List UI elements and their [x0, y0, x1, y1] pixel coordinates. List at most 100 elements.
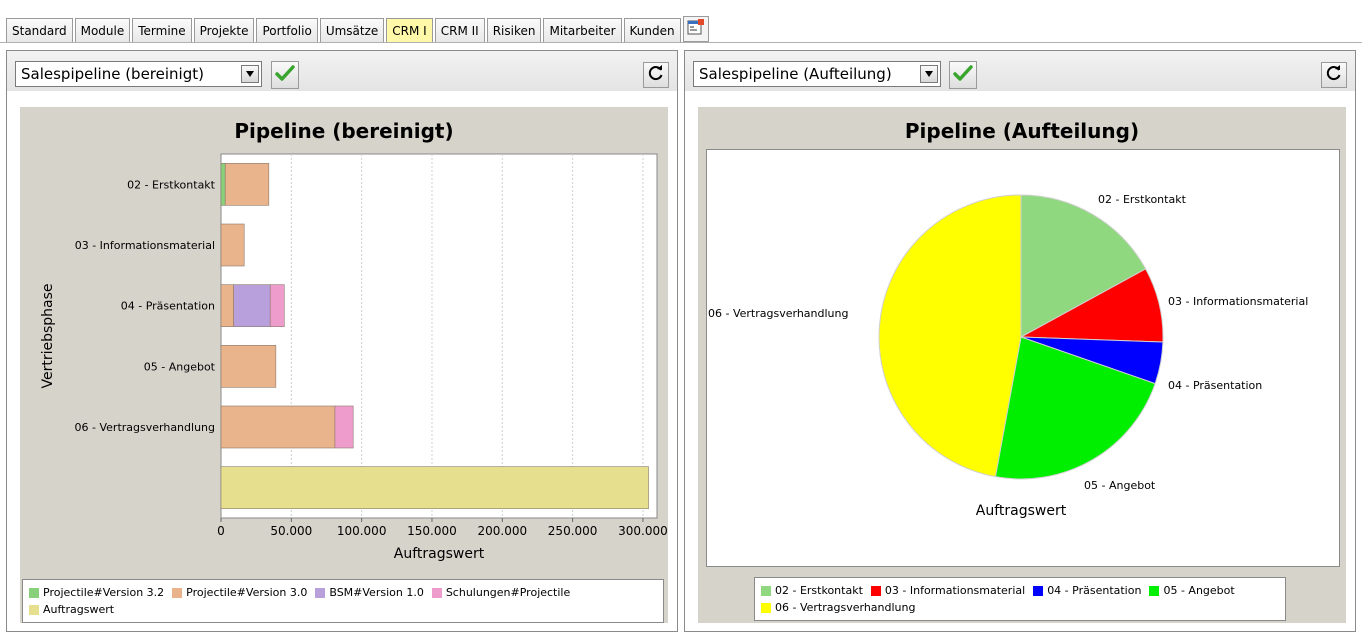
tab-bar: Standard Module Termine Projekte Portfolio Um…: [0, 0, 1362, 46]
tab-strip: Standard Module Termine Projekte Portfolio Um…: [6, 14, 709, 42]
legend-label: Auftragswert: [43, 603, 115, 616]
bar-segment: [233, 284, 271, 327]
left-chart-panel: Salespipeline (bereinigt) Pipeline (bere…: [6, 50, 678, 632]
configure-tabs-button[interactable]: [682, 16, 709, 42]
refresh-icon: [1325, 64, 1343, 86]
pie-axis-label: Auftragswert: [976, 503, 1067, 519]
legend-swatch: [172, 587, 183, 598]
left-panel-toolbar: Salespipeline (bereinigt): [7, 51, 677, 91]
bar-chart-area: Pipeline (bereinigt) 0 50.000 100.000 150.0…: [20, 107, 668, 623]
tab-risiken[interactable]: Risiken: [486, 18, 542, 42]
tab-umsätze[interactable]: Umsätze: [319, 18, 385, 42]
pie-slice-label: 06 - Vertragsverhandlung: [708, 307, 848, 320]
x-tick-label: 100.000: [337, 524, 387, 538]
x-axis-label: Auftragswert: [394, 546, 485, 562]
apply-button-left[interactable]: [271, 61, 299, 89]
view-select-left[interactable]: Salespipeline (bereinigt): [15, 61, 262, 87]
tab-standard[interactable]: Standard: [6, 18, 73, 42]
legend-label: Projectile#Version 3.2: [43, 586, 165, 599]
bar-segment: [220, 163, 226, 206]
pie-chart-legend: 02 - Erstkontakt 03 - Informationsmateria…: [754, 577, 1286, 621]
bar-chart-svg: 0 50.000 100.000 150.000 200.000 250.000 300.0…: [40, 153, 668, 562]
y-tick-label: 04 - Präsentation: [121, 300, 215, 313]
legend-swatch: [761, 585, 771, 596]
pie-slice-label: 04 - Präsentation: [1168, 379, 1262, 392]
x-tick-label: 150.000: [407, 524, 457, 538]
pie-slice-label: 03 - Informationsmaterial: [1168, 295, 1308, 308]
tab-crm-i[interactable]: CRM I: [386, 18, 433, 42]
view-select-right[interactable]: Salespipeline (Aufteilung): [693, 61, 941, 87]
x-tick-label: 0: [217, 524, 225, 538]
bar-chart-legend: Projectile#Version 3.2 Projectile#Version…: [22, 579, 664, 623]
apply-button-right[interactable]: [949, 61, 977, 89]
y-tick-label: 05 - Angebot: [144, 360, 216, 373]
bar-segment: [220, 345, 277, 388]
legend-item: Auftragswert: [29, 601, 114, 618]
legend-label: Schulungen#Projectile: [445, 586, 571, 599]
tab-divider: [0, 42, 1362, 43]
pie-chart-area: Pipeline (Aufteilung) 02 - Erstkontakt 03…: [698, 107, 1346, 623]
tab-crm-ii[interactable]: CRM II: [434, 18, 485, 42]
y-axis-label: Vertriebsphase: [40, 283, 56, 388]
bar-segment: [220, 466, 649, 509]
legend-item: Projectile#Version 3.0: [172, 584, 307, 601]
legend-item: 02 - Erstkontakt: [761, 582, 863, 599]
legend-item: 06 - Vertragsverhandlung: [761, 599, 915, 616]
bar-segment: [334, 405, 354, 449]
legend-swatch: [29, 587, 39, 598]
tab-module[interactable]: Module: [74, 18, 131, 42]
bar-segment: [220, 223, 245, 267]
legend-item: 03 - Informationsmaterial: [870, 582, 1026, 599]
checkmark-icon: [275, 64, 295, 86]
y-tick-label: 06 - Vertragsverhandlung: [75, 421, 215, 434]
legend-label: 05 - Angebot: [1163, 584, 1235, 597]
legend-item: Schulungen#Projectile: [431, 584, 571, 601]
legend-swatch: [1033, 585, 1044, 596]
pie-slice: [878, 194, 1022, 478]
tab-projekte[interactable]: Projekte: [193, 18, 255, 42]
bar-segment: [269, 284, 285, 327]
legend-label: 03 - Informationsmaterial: [884, 584, 1026, 597]
legend-label: Projectile#Version 3.0: [186, 586, 308, 599]
x-tick-label: 50.000: [270, 524, 312, 538]
tab-termine[interactable]: Termine: [132, 18, 192, 42]
x-tick-label: 200.000: [477, 524, 527, 538]
legend-item: 04 - Präsentation: [1033, 582, 1141, 599]
x-tick-label: 250.000: [548, 524, 598, 538]
chevron-down-icon[interactable]: [241, 65, 259, 83]
bar-segment: [224, 163, 270, 206]
pie-slice-label: 05 - Angebot: [1084, 479, 1156, 492]
refresh-icon: [647, 64, 665, 86]
pie-chart-svg: 02 - Erstkontakt 03 - Informationsmateria…: [708, 193, 1308, 519]
y-tick-label: 03 - Informationsmaterial: [75, 239, 215, 252]
bar-segment: [220, 284, 234, 327]
legend-swatch: [431, 587, 442, 598]
bar-segment: [220, 405, 336, 449]
legend-swatch: [1149, 585, 1160, 596]
legend-label: BSM#Version 1.0: [329, 586, 424, 599]
dashboard-settings-icon: [687, 18, 705, 40]
legend-swatch: [870, 585, 881, 596]
legend-swatch: [29, 604, 39, 615]
refresh-button-right[interactable]: [1321, 62, 1347, 88]
right-chart-panel: Salespipeline (Aufteilung) Pipeline (Auf…: [684, 50, 1356, 632]
pie-slice-label: 02 - Erstkontakt: [1098, 193, 1187, 206]
legend-swatch: [315, 587, 326, 598]
tab-portfolio[interactable]: Portfolio: [256, 18, 318, 42]
legend-label: 02 - Erstkontakt: [775, 584, 863, 597]
x-tick-label: 300.000: [618, 524, 668, 538]
legend-label: 06 - Vertragsverhandlung: [775, 601, 916, 614]
right-panel-toolbar: Salespipeline (Aufteilung): [685, 51, 1355, 91]
legend-item: Projectile#Version 3.2: [29, 584, 164, 601]
refresh-button-left[interactable]: [643, 62, 669, 88]
legend-swatch: [761, 602, 771, 613]
checkmark-icon: [953, 64, 973, 86]
chevron-down-icon[interactable]: [920, 65, 938, 83]
view-select-left-value: Salespipeline (bereinigt): [21, 65, 204, 83]
tab-mitarbeiter[interactable]: Mitarbeiter: [543, 18, 622, 42]
plot-background: [220, 153, 658, 519]
y-tick-label: 02 - Erstkontakt: [127, 178, 216, 191]
legend-label: 04 - Präsentation: [1047, 584, 1142, 597]
legend-item: 05 - Angebot: [1149, 582, 1235, 599]
tab-kunden[interactable]: Kunden: [623, 18, 681, 42]
